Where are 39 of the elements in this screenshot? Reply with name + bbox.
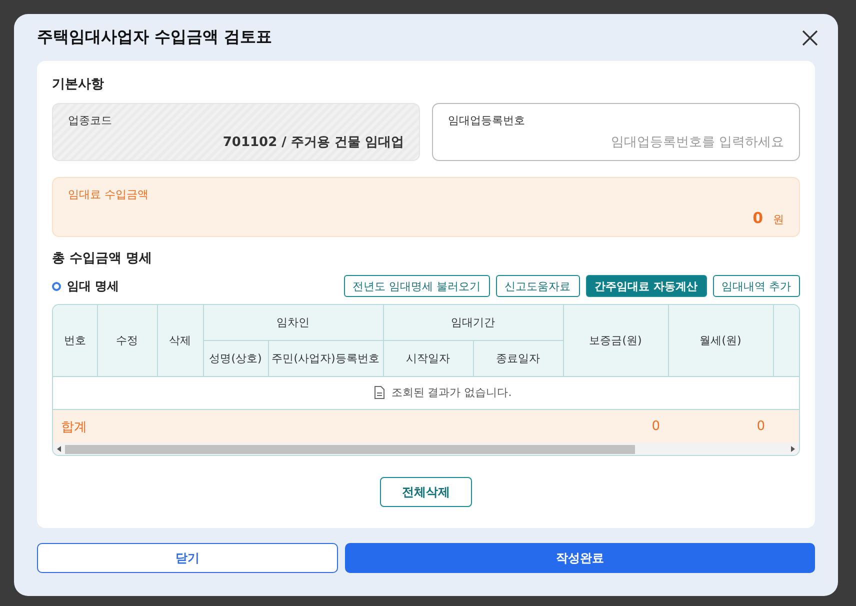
section-heading: 기본사항 (52, 76, 105, 94)
dialog-title: 주택임대사업자 수입금액 검토표 (37, 27, 272, 48)
field-label: 임대업등록번호 (448, 113, 526, 128)
section-heading: 총 수입금액 명세 (52, 250, 154, 268)
column-header: 주민(사업자)등록번호 (268, 340, 383, 376)
close-button[interactable] (800, 28, 820, 48)
submit-button[interactable]: 작성완료 (345, 543, 815, 573)
column-header: 시작일자 (383, 340, 473, 376)
close-button[interactable]: 닫기 (37, 543, 338, 573)
field-label: 업종코드 (68, 113, 113, 128)
income-label: 임대료 수입금액 (68, 187, 150, 202)
column-header: 종료일자 (473, 340, 563, 376)
income-amount: 0 (752, 209, 763, 227)
toolbar-button[interactable]: 전년도 임대명세 불러오기 (344, 275, 490, 297)
bullet-ring-icon (52, 282, 61, 290)
column-header: 번호 (53, 305, 97, 376)
document-icon (374, 386, 386, 398)
toolbar-button[interactable]: 임대내역 추가 (712, 275, 800, 297)
total-rent: 0 (756, 419, 765, 434)
column-header: 성명(상호) (203, 340, 268, 376)
field-value: 701102 / 주거용 건물 임대업 (222, 134, 404, 151)
column-header: 임대기간 (383, 305, 563, 340)
column-header: 삭제 (157, 305, 203, 376)
toolbar-button[interactable]: 신고도움자료 (496, 275, 580, 297)
input-field[interactable]: 임대업등록번호 임대업등록번호를 입력하세요 (432, 103, 800, 161)
toolbar-button[interactable]: 간주임대료 자동계산 (586, 275, 706, 297)
currency-unit: 원 (773, 212, 784, 227)
horizontal-scrollbar[interactable] (53, 443, 799, 455)
empty-message: 조회된 결과가 없습니다. (391, 384, 512, 400)
delete-all-button[interactable]: 전체삭제 (380, 477, 472, 507)
field-placeholder: 임대업등록번호를 입력하세요 (610, 134, 784, 151)
column-header: 임차인 (203, 305, 383, 340)
column-header: 월세(원) (668, 305, 773, 376)
column-header: 수정 (97, 305, 157, 376)
total-deposit: 0 (652, 419, 660, 434)
total-label: 합계 (61, 420, 87, 434)
subsection-heading: 임대 명세 (67, 278, 120, 294)
column-header: 보증금(원) (563, 305, 668, 376)
close-icon (802, 30, 818, 46)
